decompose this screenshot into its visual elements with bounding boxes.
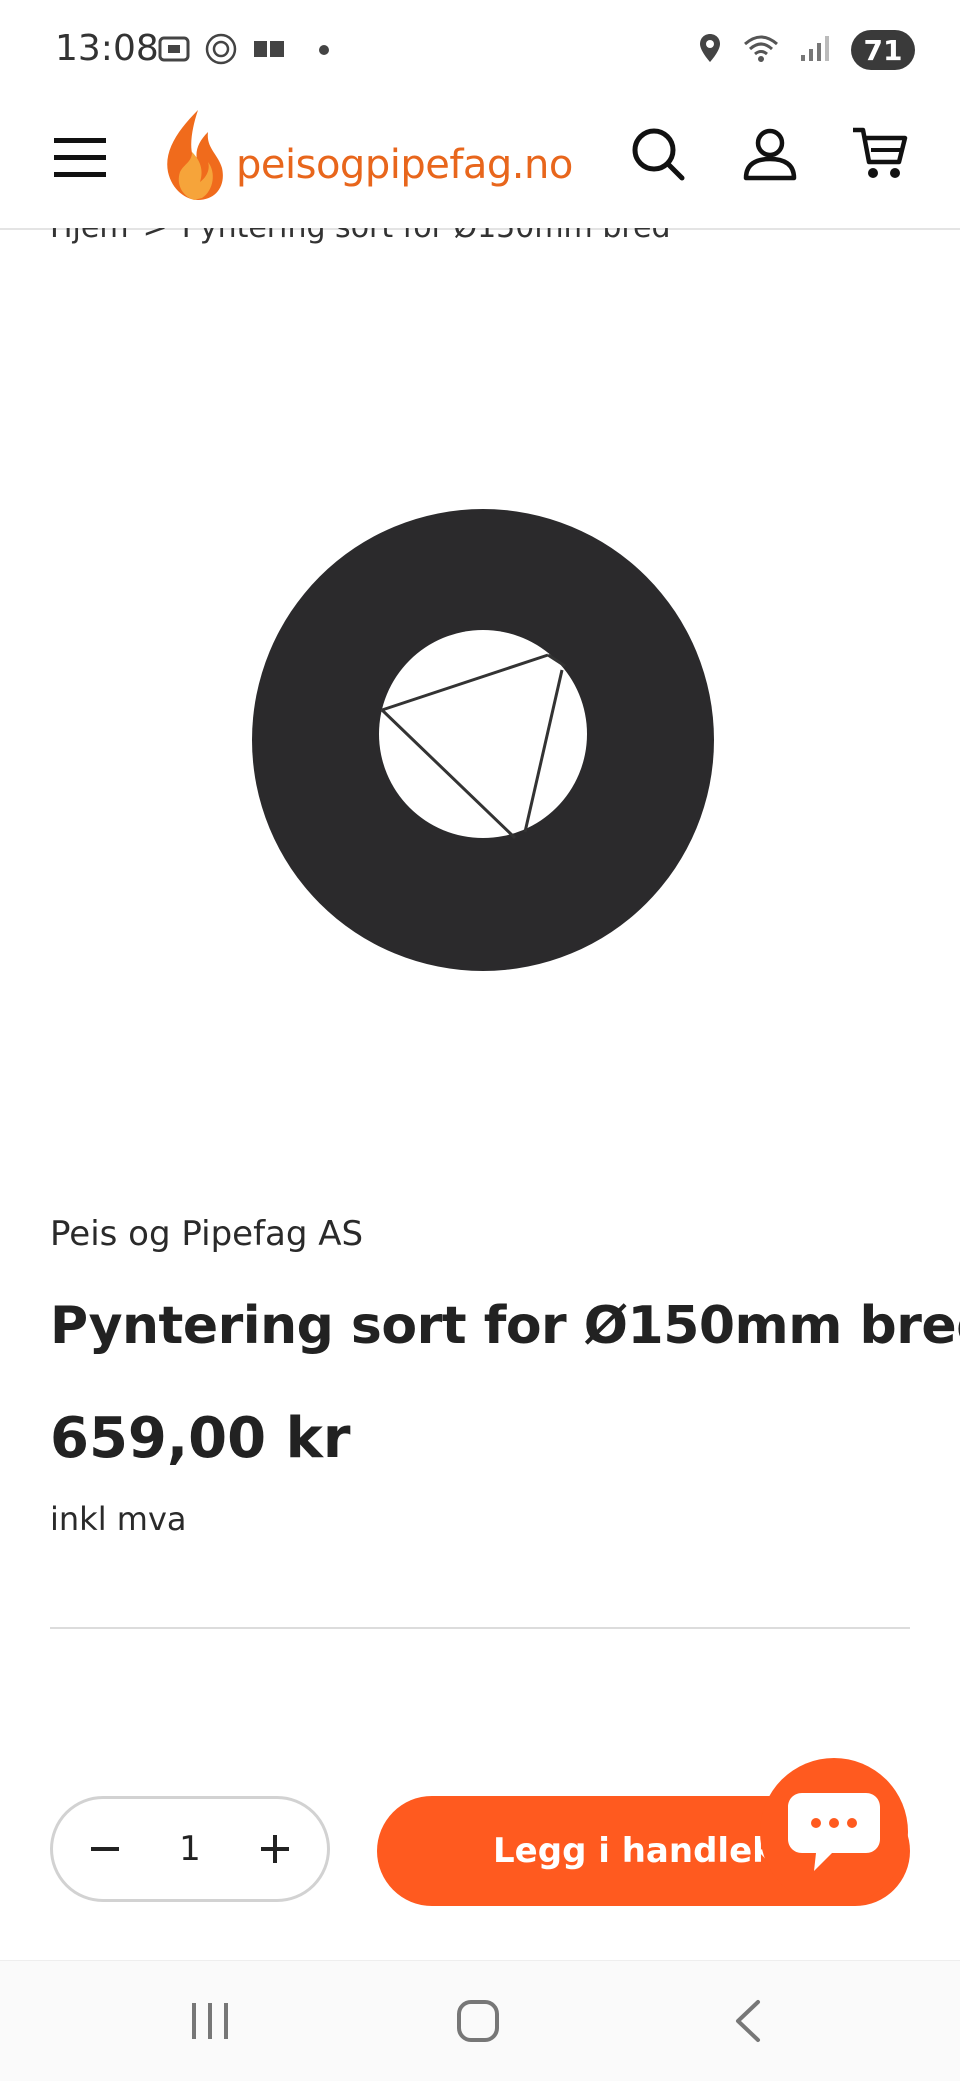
cart-button[interactable] [848,122,912,186]
menu-icon [54,138,106,177]
increase-quantity-button[interactable] [253,1827,297,1871]
minus-icon [91,1847,119,1851]
product-image[interactable] [130,470,830,1010]
quantity-value[interactable]: 1 [179,1829,201,1869]
search-button[interactable] [626,122,690,186]
battery-indicator: 71 [851,30,915,70]
decrease-quantity-button[interactable] [83,1827,127,1871]
divider [50,1627,910,1629]
sync-icon [204,32,238,71]
signal-icon [799,33,833,68]
quantity-stepper: 1 [50,1796,330,1902]
chat-button[interactable] [760,1758,908,1906]
cart-icon [853,127,908,178]
menu-button[interactable] [52,130,108,186]
dot-icon [318,43,330,61]
media-icon [252,37,286,66]
status-time: 13:08 [55,28,159,69]
plus-icon [260,1835,289,1863]
system-nav-bar [0,1960,960,2081]
search-icon [632,128,685,181]
tax-note: inkl mva [50,1500,187,1538]
home-icon [457,2000,499,2042]
back-icon [736,2000,760,2042]
status-icons-left [158,32,330,71]
product-title: Pyntering sort for Ø150mm bred [50,1296,960,1356]
wifi-icon [741,32,781,69]
account-icon [743,128,797,181]
logo-text: peisogpipefag.no [236,142,573,188]
location-icon [697,32,723,69]
recent-apps-button[interactable] [180,1991,240,2051]
home-button[interactable] [448,1991,508,2051]
screenshot-icon [158,34,190,69]
site-logo[interactable]: peisogpipefag.no [158,106,608,206]
flame-logo-icon [167,110,223,200]
status-icons-right: 71 [697,30,915,70]
product-vendor: Peis og Pipefag AS [50,1214,364,1254]
site-header: peisogpipefag.no [0,104,960,230]
chat-icon [788,1793,880,1871]
product-price: 659,00 kr [50,1406,351,1471]
account-button[interactable] [738,122,802,186]
recent-apps-icon [192,2003,228,2039]
back-button[interactable] [718,1991,778,2051]
status-bar: 13:08 71 [0,0,960,104]
